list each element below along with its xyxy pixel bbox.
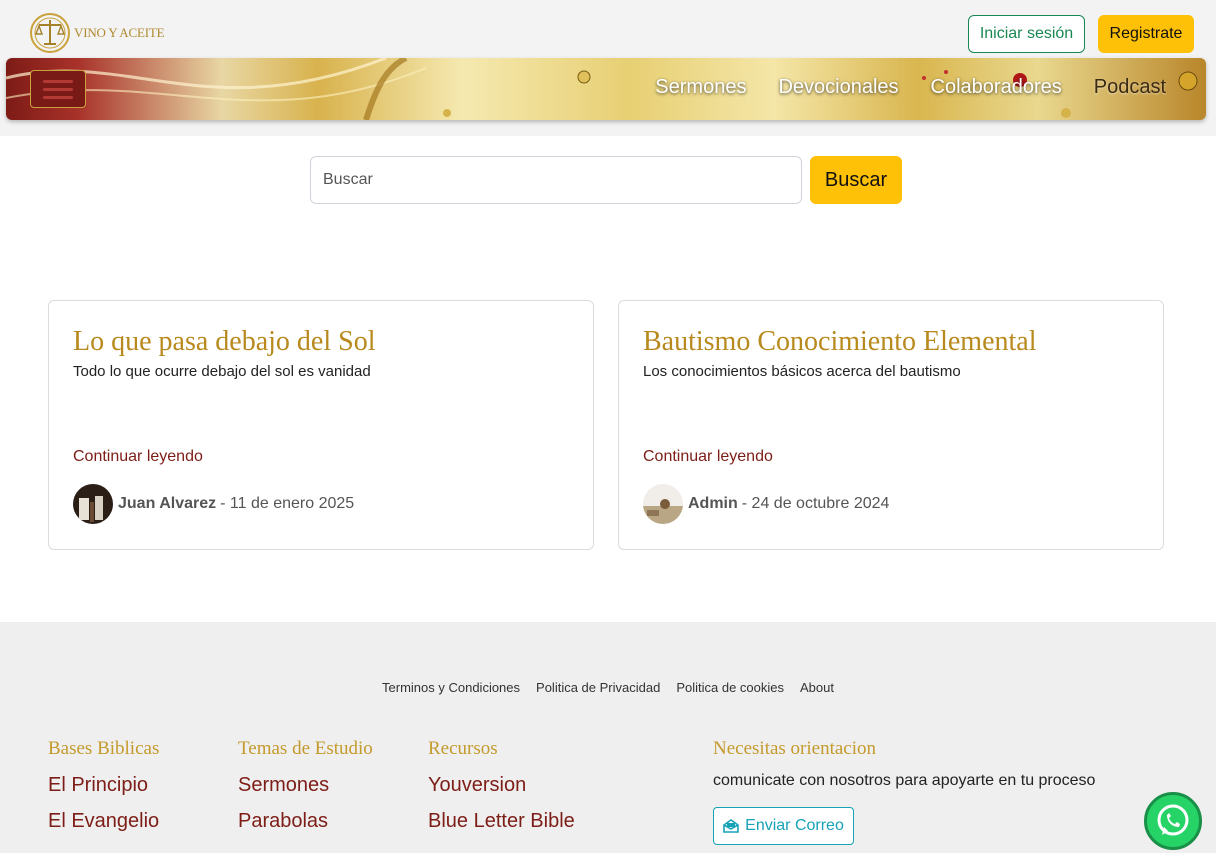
footer-link[interactable]: Youversion xyxy=(428,774,575,797)
footer-links: Terminos y Condiciones Politica de Priva… xyxy=(0,680,1216,695)
privacy-link[interactable]: Politica de Privacidad xyxy=(536,680,660,695)
post-meta: Admin - 24 de octubre 2024 xyxy=(643,484,889,524)
whatsapp-glyph xyxy=(1157,804,1189,836)
post-author: Admin xyxy=(688,495,738,512)
site-logo[interactable]: VINO Y ACEITE xyxy=(28,12,165,54)
footer-column-title: Bases Biblicas xyxy=(48,738,160,759)
post-title[interactable]: Bautismo Conocimiento Elemental xyxy=(643,325,1139,359)
footer-column-title: Recursos xyxy=(428,738,498,759)
post-date: - 24 de octubre 2024 xyxy=(741,495,890,512)
logo-text: VINO Y ACEITE xyxy=(74,25,165,40)
footer-link[interactable]: Blue Letter Bible xyxy=(428,810,575,833)
footer-column-title: Necesitas orientacion xyxy=(713,738,877,759)
login-button[interactable]: Iniciar sesión xyxy=(968,15,1085,53)
search-button[interactable]: Buscar xyxy=(810,156,902,204)
scales-emblem-icon xyxy=(30,13,70,53)
footer-link[interactable]: El Evangelio xyxy=(48,810,159,833)
footer-column-bases: Bases Biblicas El Principio El Evangelio xyxy=(48,738,159,833)
nav-links: Sermones Devocionales Colaboradores Podc… xyxy=(655,76,1166,99)
read-more-link[interactable]: Continuar leyendo xyxy=(643,448,773,466)
main-navbar: Sermones Devocionales Colaboradores Podc… xyxy=(6,58,1206,120)
send-email-label: Enviar Correo xyxy=(745,817,844,834)
post-card: Lo que pasa debajo del Sol Todo lo que o… xyxy=(48,300,594,550)
post-author: Juan Alvarez xyxy=(118,495,217,512)
post-title[interactable]: Lo que pasa debajo del Sol xyxy=(73,325,569,359)
read-more-link[interactable]: Continuar leyendo xyxy=(73,448,203,466)
envelope-open-icon xyxy=(723,819,739,833)
footer-column-recursos: Recursos Youversion Blue Letter Bible xyxy=(428,738,575,833)
avatar xyxy=(643,484,683,524)
nav-link-devocionales[interactable]: Devocionales xyxy=(778,76,898,99)
whatsapp-icon[interactable] xyxy=(1144,792,1202,850)
post-meta: Juan Alvarez - 11 de enero 2025 xyxy=(73,484,354,524)
site-footer: Terminos y Condiciones Politica de Priva… xyxy=(0,622,1216,853)
footer-column-temas: Temas de Estudio Sermones Parabolas xyxy=(238,738,373,833)
post-description: Los conocimientos básicos acerca del bau… xyxy=(643,363,961,380)
terms-link[interactable]: Terminos y Condiciones xyxy=(382,680,520,695)
hamburger-menu-icon[interactable] xyxy=(30,70,86,108)
footer-link[interactable]: Sermones xyxy=(238,774,373,797)
footer-column-title: Temas de Estudio xyxy=(238,738,373,759)
send-email-button[interactable]: Enviar Correo xyxy=(713,807,854,845)
search-input[interactable] xyxy=(310,156,802,204)
nav-link-colaboradores[interactable]: Colaboradores xyxy=(931,76,1062,99)
footer-column-orientacion: Necesitas orientacion comunicate con nos… xyxy=(713,738,1095,845)
post-description: Todo lo que ocurre debajo del sol es van… xyxy=(73,363,371,380)
avatar xyxy=(73,484,113,524)
nav-link-podcast[interactable]: Podcast xyxy=(1094,76,1166,99)
post-date: - 11 de enero 2025 xyxy=(220,495,355,512)
footer-link[interactable]: El Principio xyxy=(48,774,159,797)
cookies-link[interactable]: Politica de cookies xyxy=(676,680,784,695)
register-button[interactable]: Registrate xyxy=(1098,15,1194,53)
footer-link[interactable]: Parabolas xyxy=(238,810,373,833)
orientation-text: comunicate con nosotros para apoyarte en… xyxy=(713,772,1096,789)
nav-link-sermones[interactable]: Sermones xyxy=(655,76,746,99)
about-link[interactable]: About xyxy=(800,680,834,695)
post-card: Bautismo Conocimiento Elemental Los cono… xyxy=(618,300,1164,550)
